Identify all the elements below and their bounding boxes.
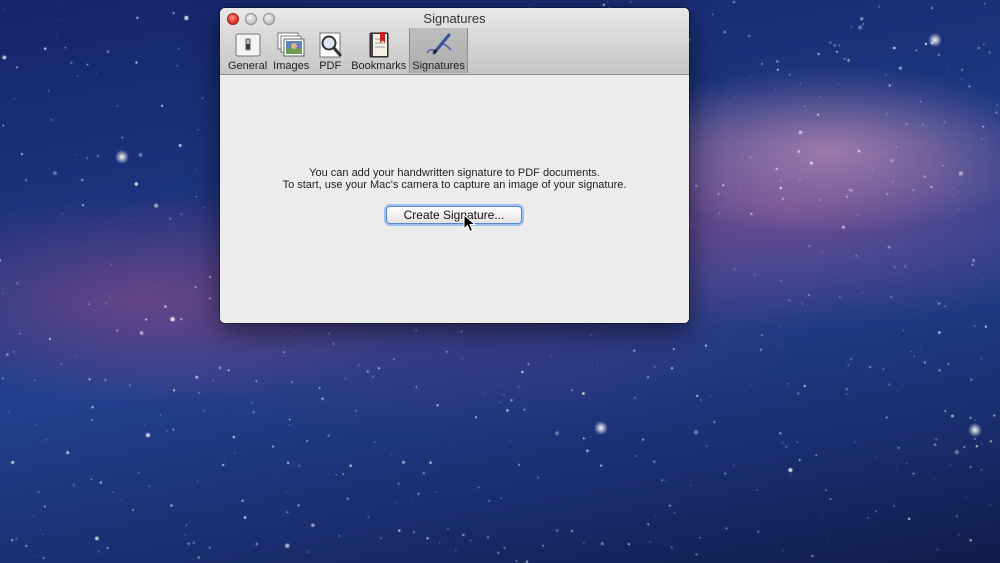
tab-bookmarks[interactable]: Bookmarks xyxy=(348,28,409,73)
preferences-tabs: General Images PDF Bookmarks Signatures xyxy=(225,28,468,73)
instruction-line-1: You can add your handwritten signature t… xyxy=(309,167,600,179)
tab-pdf[interactable]: PDF xyxy=(312,28,348,73)
signatures-pane: You can add your handwritten signature t… xyxy=(220,75,689,323)
tab-general[interactable]: General xyxy=(225,28,270,73)
tab-pdf-label: PDF xyxy=(319,60,342,72)
create-signature-button[interactable]: Create Signature... xyxy=(386,206,522,224)
window-title: Signatures xyxy=(423,11,486,26)
mouse-pointer-icon xyxy=(463,214,477,233)
instruction-text: You can add your handwritten signature t… xyxy=(220,167,689,191)
tab-signatures-label: Signatures xyxy=(412,60,465,72)
tab-general-label: General xyxy=(228,60,268,72)
instruction-line-2: To start, use your Mac's camera to captu… xyxy=(282,179,627,191)
images-stack-icon xyxy=(277,32,305,57)
tab-bookmarks-label: Bookmarks xyxy=(351,60,407,72)
signature-pen-icon xyxy=(425,33,452,55)
general-switch-icon xyxy=(235,33,261,57)
bookmarks-book-icon xyxy=(369,32,389,58)
tab-images[interactable]: Images xyxy=(270,28,312,73)
pdf-magnifier-icon xyxy=(319,32,342,58)
tab-images-label: Images xyxy=(273,60,310,72)
window-toolbar: Signatures General Images PDF Bookmarks … xyxy=(220,8,689,75)
tab-signatures[interactable]: Signatures xyxy=(409,28,468,73)
preferences-window: Signatures General Images PDF Bookmarks … xyxy=(220,8,689,323)
